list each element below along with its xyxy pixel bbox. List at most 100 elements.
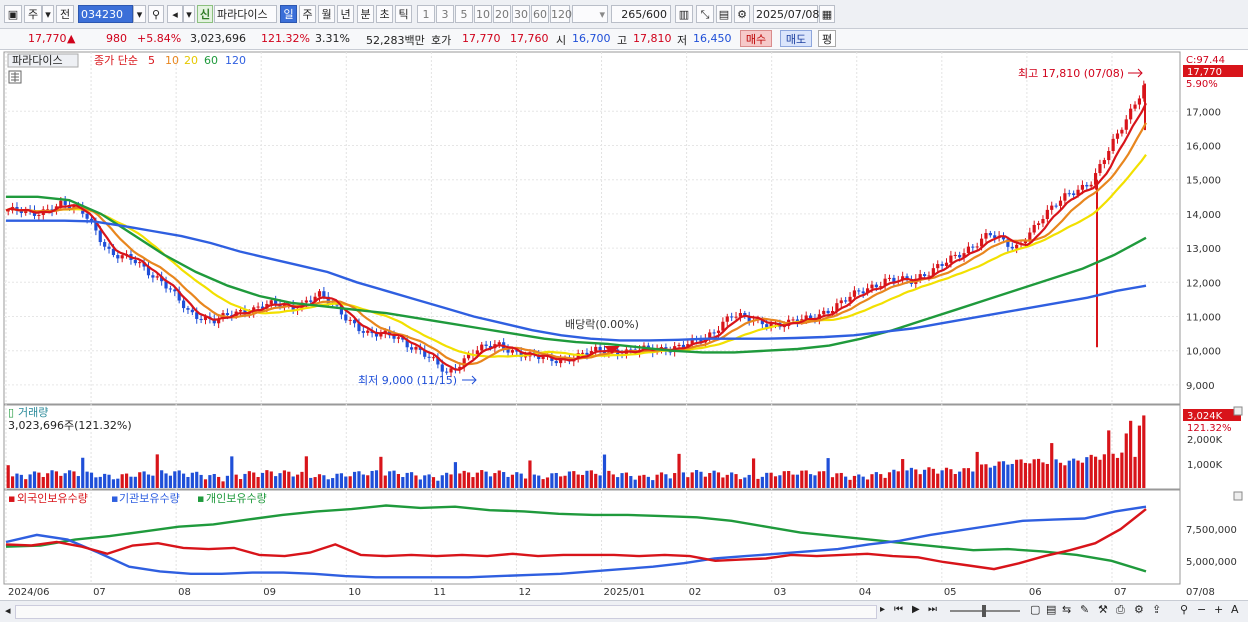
volume-bar <box>844 476 848 488</box>
volume-bar <box>651 480 655 488</box>
volume-panel-close-icon[interactable] <box>1233 406 1243 416</box>
volume-bar <box>580 474 585 488</box>
chart-svg[interactable]: 9,000 10,000 11,000 12,000 13,000 14,000 15,00… <box>0 50 1248 600</box>
volume-bar <box>203 479 208 488</box>
volume-bar <box>870 474 874 488</box>
volume-bar <box>423 475 427 488</box>
gear-icon[interactable]: ⚙ <box>734 5 750 23</box>
sell-button[interactable]: 매도 <box>780 30 812 47</box>
candle-body <box>103 242 107 247</box>
code-dropdown-icon[interactable]: ▾ <box>133 5 146 23</box>
interval-60[interactable]: 60 <box>531 5 549 23</box>
candle-body <box>966 246 971 254</box>
zoom-in-icon[interactable]: + <box>1214 603 1223 616</box>
buy-button[interactable]: 매수 <box>740 30 772 47</box>
volume-bar <box>563 475 567 488</box>
period-toggle[interactable]: 전 <box>56 5 74 23</box>
candle-body <box>598 346 602 351</box>
volume-bar <box>519 473 523 488</box>
interval-5[interactable]: 5 <box>455 5 473 23</box>
magnifier-icon[interactable]: ⚲ <box>1180 603 1188 616</box>
period-minute[interactable]: 분 <box>357 5 374 23</box>
interval-custom-select[interactable]: ▾ <box>572 5 608 23</box>
chart-scrollbar[interactable]: ◂ ▸ ⏮ ▶ ⏭ ▢ ▤ ⇆ ✎ ⚒ ⎙ ⚙ ⇪ ⚲ − + A <box>0 600 1248 622</box>
period-month[interactable]: 월 <box>318 5 335 23</box>
scroll-right-icon[interactable]: ▸ <box>880 604 885 615</box>
price-tick-label: 13,000 <box>1186 244 1221 255</box>
period-year[interactable]: 년 <box>337 5 354 23</box>
candle-body <box>1067 193 1071 195</box>
volume-bar <box>848 479 852 488</box>
candle-body <box>730 316 734 318</box>
count-total: /600 <box>642 8 667 21</box>
candle-body <box>431 357 436 359</box>
period-second[interactable]: 초 <box>376 5 393 23</box>
volume-bar <box>1015 459 1019 488</box>
holding-panel-close-icon[interactable] <box>1233 491 1243 501</box>
compare-icon[interactable]: ⇆ <box>1062 603 1071 616</box>
interval-20[interactable]: 20 <box>493 5 511 23</box>
volume-bar <box>107 474 111 488</box>
speaker-dropdown-icon[interactable]: ▾ <box>183 5 195 23</box>
volume-bar <box>730 472 734 488</box>
interval-10[interactable]: 10 <box>474 5 492 23</box>
count-field[interactable]: 265/600 <box>611 5 671 23</box>
volume-bar <box>953 473 957 488</box>
volume-bar <box>686 477 690 488</box>
volume-title-icon: ▯ <box>8 406 14 419</box>
candle-body <box>98 230 102 243</box>
code-input[interactable]: 034230 <box>78 5 133 23</box>
interval-120[interactable]: 120 <box>550 5 572 23</box>
speaker-icon[interactable]: ◂ <box>167 5 183 23</box>
volume-bar <box>81 457 85 488</box>
calendar-icon[interactable]: ▦ <box>819 5 835 23</box>
font-size-icon[interactable]: A <box>1231 603 1239 616</box>
print-icon[interactable]: ⎙ <box>1116 603 1125 617</box>
turnover-ratio: 3.31% <box>315 32 350 45</box>
volume-bar <box>366 475 370 488</box>
tools-icon[interactable]: ⚒ <box>1098 603 1108 616</box>
date-field[interactable]: 2025/07/08 <box>753 5 819 23</box>
volume-bar <box>1085 457 1089 488</box>
first-icon[interactable]: ⏮ <box>894 604 903 615</box>
candle-body <box>199 318 203 321</box>
settings-icon[interactable]: ⚙ <box>1134 603 1144 616</box>
open-price: 16,700 <box>572 32 611 45</box>
candle-body <box>852 290 857 297</box>
export-icon[interactable]: ⇪ <box>1152 603 1161 616</box>
period-tick[interactable]: 틱 <box>395 5 412 23</box>
volume-bar <box>909 467 914 488</box>
period-day[interactable]: 일 <box>280 5 297 23</box>
scroll-left-icon[interactable]: ◂ <box>5 604 11 617</box>
save-icon[interactable]: ▤ <box>716 5 732 23</box>
market-dropdown-icon[interactable]: ▾ <box>42 5 54 23</box>
layout-icon[interactable]: ▣ <box>4 5 22 23</box>
market-select[interactable]: 주 <box>24 5 42 23</box>
price-tick-label: 15,000 <box>1186 176 1221 187</box>
volume-bar <box>979 464 984 488</box>
volume-bar <box>852 475 857 488</box>
layout-split-icon[interactable]: ▤ <box>1046 603 1056 616</box>
zoom-out-icon[interactable]: − <box>1197 603 1206 616</box>
interval-30[interactable]: 30 <box>512 5 530 23</box>
interval-1[interactable]: 1 <box>417 5 435 23</box>
interval-3[interactable]: 3 <box>436 5 454 23</box>
average-button[interactable]: 평 <box>818 30 836 47</box>
volume-bar <box>747 474 751 488</box>
chart-type-icon[interactable]: ▢ <box>1030 603 1040 616</box>
volume-bar <box>760 476 764 488</box>
zoom-slider-handle[interactable] <box>982 605 986 617</box>
play-icon[interactable]: ▶ <box>912 604 920 615</box>
volume-bar <box>892 469 896 488</box>
volume-bar <box>800 470 804 488</box>
volume-bar <box>506 476 510 488</box>
indicator-icon[interactable]: ⤡ <box>696 5 714 23</box>
scroll-track[interactable] <box>15 605 877 619</box>
period-week[interactable]: 주 <box>299 5 316 23</box>
candle-body <box>1050 205 1054 210</box>
last-icon[interactable]: ⏭ <box>928 604 937 615</box>
draw-icon[interactable]: ✎ <box>1080 603 1089 616</box>
candle-icon[interactable]: ▥ <box>675 5 693 23</box>
volume-bar <box>326 479 330 488</box>
search-icon[interactable]: ⚲ <box>148 5 164 23</box>
